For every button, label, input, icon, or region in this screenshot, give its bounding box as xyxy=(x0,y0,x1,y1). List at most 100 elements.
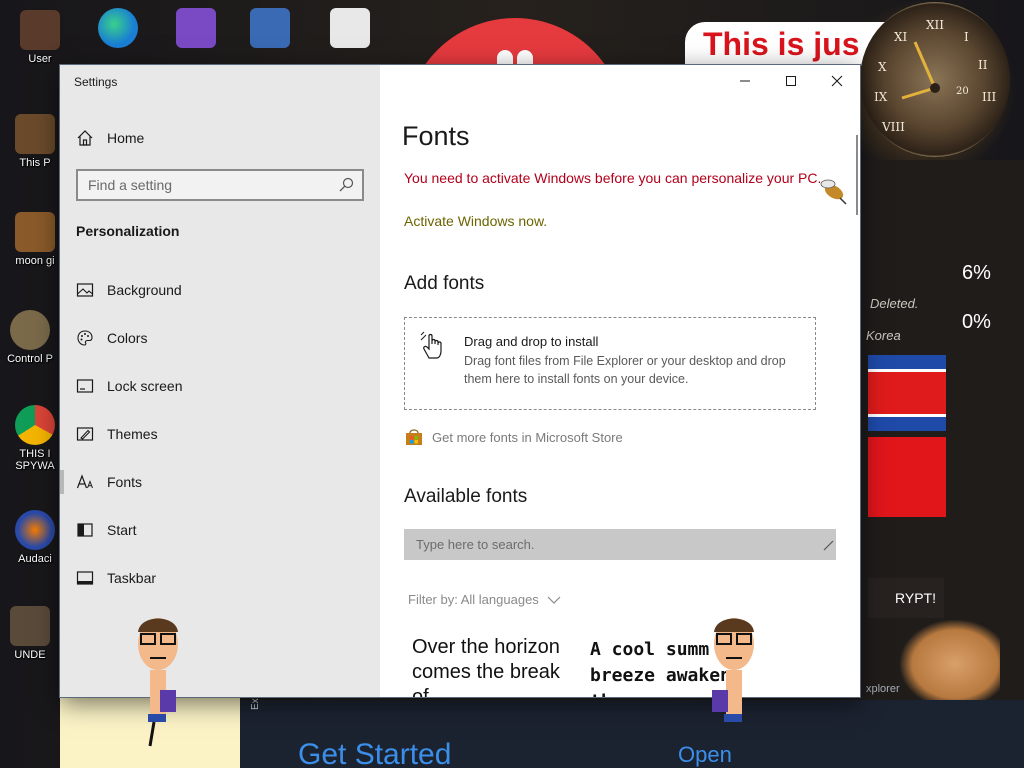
sidebar-item-fonts[interactable]: Fonts xyxy=(60,462,380,502)
moon-game-icon xyxy=(15,212,55,252)
flag-image xyxy=(868,355,946,431)
user-folder-icon xyxy=(20,10,60,50)
lightbulb-icon xyxy=(10,310,50,350)
desktop-icon-label: UNDE xyxy=(14,649,46,661)
widget-percent: 0% xyxy=(962,311,991,333)
picture-icon xyxy=(76,283,94,297)
chrome-icon xyxy=(15,405,55,445)
available-fonts-heading: Available fonts xyxy=(404,486,528,507)
close-icon xyxy=(831,75,843,87)
find-setting-input[interactable] xyxy=(78,171,332,199)
virtualbox-icon[interactable] xyxy=(240,8,300,51)
cartoon-character-right xyxy=(712,618,754,722)
desktop-icon-label: Control P xyxy=(7,353,53,365)
filter-label: Filter by: All languages xyxy=(408,592,539,607)
visual-studio-icon[interactable] xyxy=(166,8,226,51)
explorer-right-label: xplorer xyxy=(866,683,900,695)
page-title: Fonts xyxy=(402,121,470,151)
hxd-icon[interactable] xyxy=(320,8,380,51)
visual-studio-logo-icon xyxy=(176,8,216,48)
desktop-icon-user[interactable]: User xyxy=(10,10,70,65)
drop-zone-description: Drag font files from File Explorer or yo… xyxy=(464,354,786,386)
font-search-box xyxy=(404,529,836,560)
desktop-icon-label: SPYWA xyxy=(15,460,55,472)
desktop-icon-chrome[interactable]: THIS I SPYWA xyxy=(5,405,65,472)
desktop-icon-this-pc[interactable]: This P xyxy=(5,114,65,169)
crypt-button[interactable]: RYPT! xyxy=(868,578,944,618)
find-setting-box xyxy=(76,169,364,201)
sidebar-item-colors[interactable]: Colors xyxy=(60,318,380,358)
virtualbox-logo-icon xyxy=(250,8,290,48)
sidebar-item-label: Background xyxy=(107,282,182,298)
this-pc-icon xyxy=(15,114,55,154)
desktop-icon-control-panel[interactable]: Control P xyxy=(0,310,60,365)
desktop-icon-label: THIS I xyxy=(19,448,51,460)
widget-deleted-text: Deleted. xyxy=(870,296,919,311)
font-drop-zone[interactable]: Drag and drop to install Drag font files… xyxy=(404,317,816,410)
language-filter-dropdown[interactable]: Filter by: All languages xyxy=(408,592,561,607)
banner-text: This is jus xyxy=(703,26,860,62)
start-icon xyxy=(77,523,93,537)
search-icon[interactable] xyxy=(822,537,834,551)
edge-logo-icon xyxy=(98,8,138,48)
sidebar-item-start[interactable]: Start xyxy=(60,510,380,550)
sidebar-item-label: Start xyxy=(107,522,137,538)
activate-windows-link[interactable]: Activate Windows now. xyxy=(404,213,547,229)
content-scrollbar[interactable] xyxy=(856,135,858,215)
widget-percent: 6% xyxy=(962,262,991,284)
sidebar-item-themes[interactable]: Themes xyxy=(60,414,380,454)
widget-korea-text: Korea xyxy=(866,328,901,343)
font-search-input[interactable] xyxy=(404,529,814,560)
audacity-icon xyxy=(15,510,55,550)
sidebar-item-label: Taskbar xyxy=(107,570,157,586)
sidebar-item-label: Lock screen xyxy=(107,378,183,394)
maximize-button[interactable] xyxy=(768,65,814,97)
sidebar-item-home[interactable]: Home xyxy=(60,123,380,153)
edge-icon[interactable] xyxy=(88,8,148,51)
sidebar-item-taskbar[interactable]: Taskbar xyxy=(60,558,380,598)
hxd-logo-icon xyxy=(330,8,370,48)
home-icon xyxy=(77,130,93,146)
desktop-icon-label: This P xyxy=(19,157,51,169)
sidebar-item-lock-screen[interactable]: Lock screen xyxy=(60,366,380,406)
sidebar-item-background[interactable]: Background xyxy=(60,270,380,310)
settings-sidebar: Settings Home Personalization Background xyxy=(60,65,380,697)
fonts-icon xyxy=(76,474,93,489)
gear-folder-icon xyxy=(10,606,50,646)
desktop-icon-unde[interactable]: UNDE xyxy=(0,606,60,661)
red-block-image xyxy=(868,437,946,517)
window-title: Settings xyxy=(74,75,118,89)
activation-warning: You need to activate Windows before you … xyxy=(404,170,822,186)
settings-window: Settings Home Personalization Background xyxy=(60,65,860,697)
store-bag-icon xyxy=(406,429,422,445)
clock-hands-icon xyxy=(901,41,940,100)
search-icon[interactable] xyxy=(338,177,354,193)
chevron-down-icon xyxy=(547,596,561,604)
drag-drop-hand-icon xyxy=(420,331,442,359)
fonts-content-pane: Fonts You need to activate Windows befor… xyxy=(380,65,860,697)
maximize-icon xyxy=(786,76,796,86)
steampunk-clock: XII I II III XI X IX VIII 20 xyxy=(860,2,1010,157)
close-button[interactable] xyxy=(814,65,860,97)
store-link-label: Get more fonts in Microsoft Store xyxy=(432,429,623,445)
sidebar-item-label: Themes xyxy=(107,426,158,442)
hamster-image xyxy=(900,620,1000,700)
minimize-icon xyxy=(740,80,750,82)
sidebar-section-title: Personalization xyxy=(76,223,180,239)
desktop-icon-moon[interactable]: moon gi xyxy=(5,212,65,267)
cartoon-character-left xyxy=(138,618,178,747)
desktop-icon-label: User xyxy=(28,53,52,65)
microsoft-store-link[interactable]: Get more fonts in Microsoft Store xyxy=(404,427,623,447)
lock-screen-icon xyxy=(76,379,94,393)
minimize-button[interactable] xyxy=(722,65,768,97)
wallpaper-banner: This is jus xyxy=(685,22,885,66)
get-started-text: Get Started xyxy=(298,738,452,768)
font-preview-tile[interactable]: Over the horizon comes the break of xyxy=(412,635,572,697)
bee-icon xyxy=(820,179,847,205)
desktop-icon-audacity[interactable]: Audaci xyxy=(5,510,65,565)
desktop-icon-label: moon gi xyxy=(15,255,55,267)
sidebar-item-label: Fonts xyxy=(107,474,143,490)
drop-zone-title: Drag and drop to install xyxy=(464,334,599,349)
themes-brush-icon xyxy=(76,427,94,441)
taskbar-icon xyxy=(76,571,94,585)
